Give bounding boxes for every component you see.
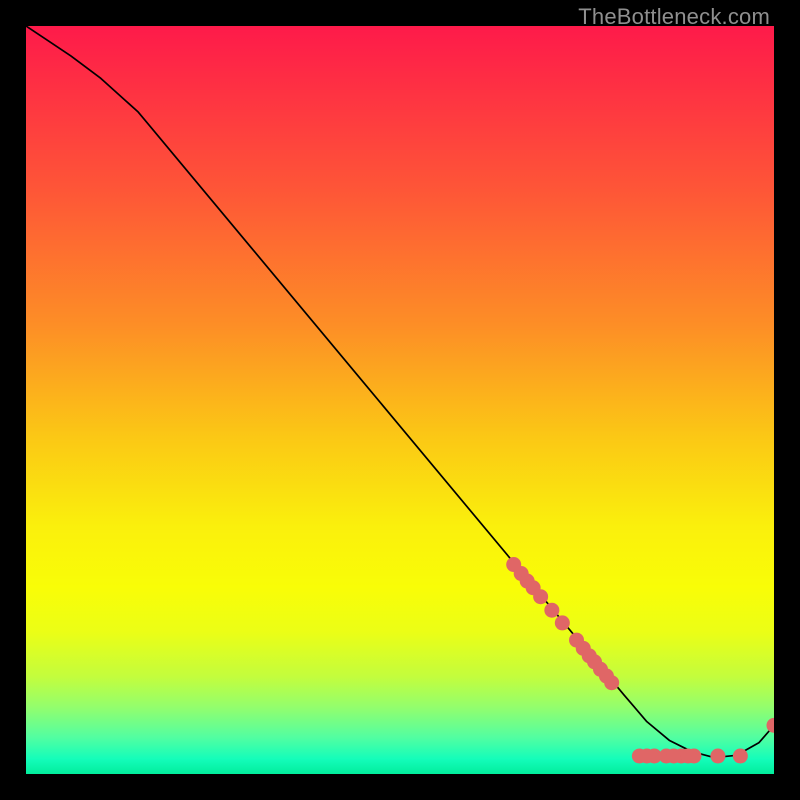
chart-marker [686,749,701,764]
bottleneck-chart [26,26,774,774]
chart-frame [26,26,774,774]
chart-marker [733,749,748,764]
chart-background [26,26,774,774]
chart-marker [555,615,570,630]
chart-marker [604,675,619,690]
chart-marker [544,603,559,618]
chart-marker [710,749,725,764]
chart-marker [533,589,548,604]
